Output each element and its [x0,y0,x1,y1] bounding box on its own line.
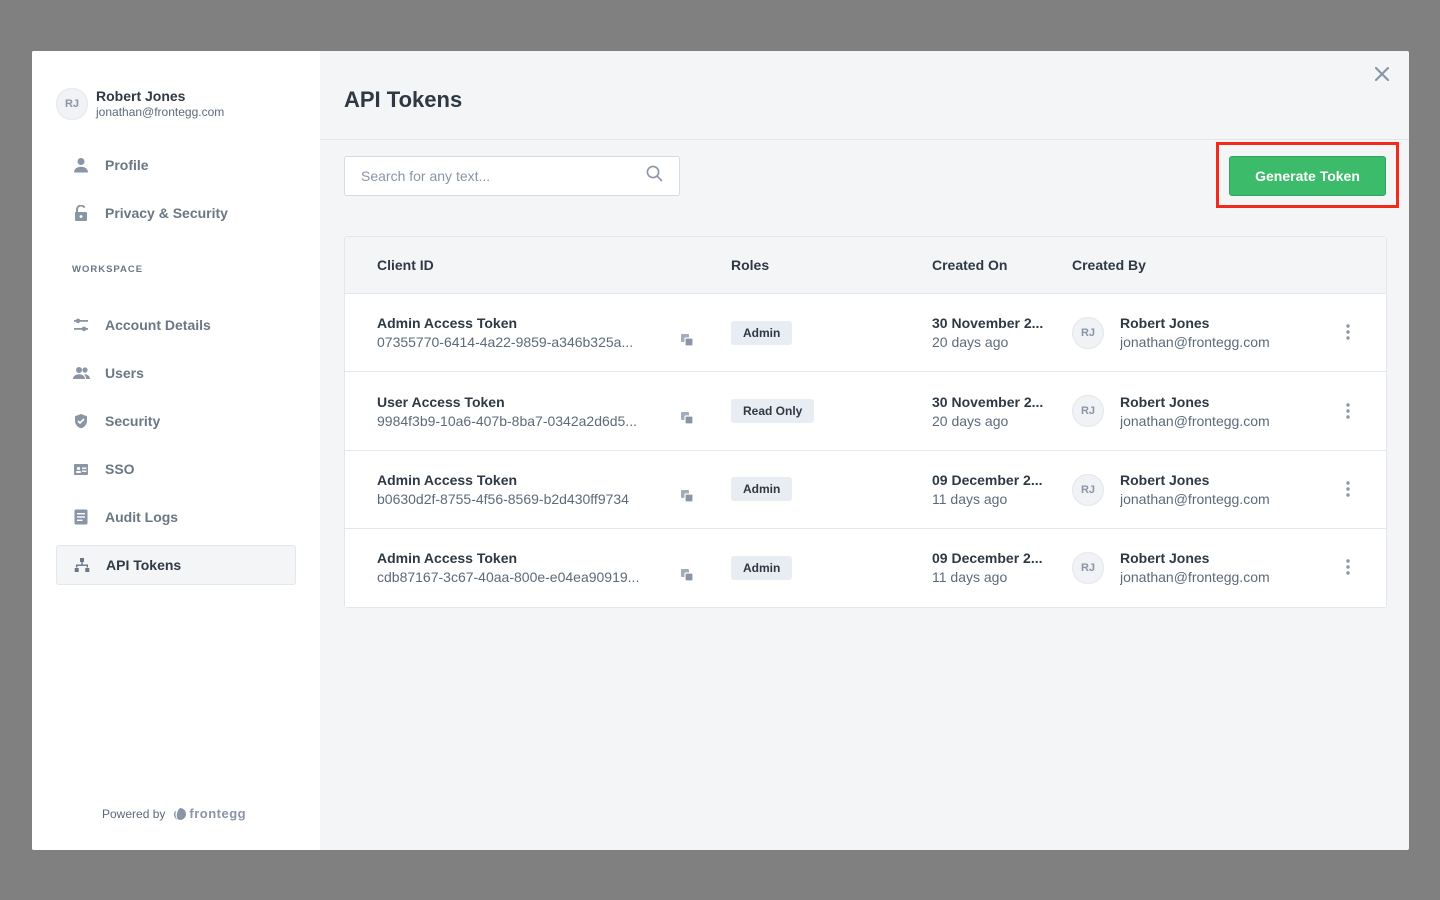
user-name: Robert Jones [96,88,186,104]
table-row[interactable]: Admin Access Token b0630d2f-8755-4f56-85… [345,451,1386,529]
creator-email: jonathan@frontegg.com [1120,413,1270,429]
role-badge: Admin [731,556,793,580]
creator-name: Robert Jones [1120,315,1210,331]
copy-icon[interactable] [680,568,694,582]
shield-icon [72,412,90,430]
column-header-client-id[interactable]: Client ID [377,257,434,273]
token-name: User Access Token [377,394,505,410]
header-divider [320,139,1409,140]
sidebar-item-profile[interactable]: Profile [56,145,296,185]
token-name: Admin Access Token [377,315,518,331]
copy-icon[interactable] [680,333,694,347]
creator-name: Robert Jones [1120,550,1210,566]
avatar: RJ [1072,474,1104,506]
creator-email: jonathan@frontegg.com [1120,569,1270,585]
sidebar-item-label: Profile [105,157,149,173]
column-header-roles[interactable]: Roles [731,257,769,273]
created-on-date: 09 December 2... [932,472,1043,488]
sidebar-item-label: API Tokens [106,557,182,573]
sidebar-item-account-details[interactable]: Account Details [56,305,296,345]
lock-icon [72,204,90,222]
client-id: b0630d2f-8755-4f56-8569-b2d430ff9734 [377,491,629,507]
table-row[interactable]: User Access Token 9984f3b9-10a6-407b-8ba… [345,373,1386,451]
tokens-table: Client ID Roles Created On Created By Ad… [344,236,1387,608]
table-row[interactable]: Admin Access Token 07355770-6414-4a22-98… [345,294,1386,372]
creator-email: jonathan@frontegg.com [1120,491,1270,507]
user-email: jonathan@frontegg.com [96,105,225,119]
token-name: Admin Access Token [377,550,518,566]
more-options-icon[interactable] [1340,401,1356,421]
column-header-created-by[interactable]: Created By [1072,257,1146,273]
search-icon[interactable] [646,165,663,187]
sidebar-item-label: Privacy & Security [105,205,228,221]
copy-icon[interactable] [680,411,694,425]
created-ago: 20 days ago [932,413,1009,429]
created-ago: 20 days ago [932,334,1009,350]
close-icon [1374,66,1390,86]
users-icon [72,364,90,382]
more-options-icon[interactable] [1340,557,1356,577]
token-name: Admin Access Token [377,472,518,488]
close-button[interactable] [1372,65,1392,87]
brand-name: frontegg [189,806,247,821]
creator-email: jonathan@frontegg.com [1120,334,1270,350]
column-header-created-on[interactable]: Created On [932,257,1007,273]
sidebar-item-users[interactable]: Users [56,353,296,393]
powered-by-label: Powered by [102,806,166,821]
sidebar-item-privacy-security[interactable]: Privacy & Security [56,193,296,233]
role-badge: Admin [731,321,793,345]
sliders-icon [72,316,90,334]
avatar: RJ [1072,395,1104,427]
client-id: 07355770-6414-4a22-9859-a346b325a... [377,334,634,350]
sidebar-item-audit-logs[interactable]: Audit Logs [56,497,296,537]
generate-token-button[interactable]: Generate Token [1229,156,1386,196]
hierarchy-icon [73,556,91,574]
user-block: RJ Robert Jones jonathan@frontegg.com [56,88,224,120]
created-on-date: 30 November 2... [932,394,1044,410]
workspace-section-label: WORKSPACE [72,264,144,275]
role-badge: Admin [731,477,793,501]
sidebar-item-label: Security [105,413,161,429]
creator-name: Robert Jones [1120,472,1210,488]
sidebar-item-sso[interactable]: SSO [56,449,296,489]
table-row[interactable]: Admin Access Token cdb87167-3c67-40aa-80… [345,529,1386,607]
search-box [344,156,680,196]
sidebar: RJ Robert Jones jonathan@frontegg.com Pr… [32,51,320,850]
more-options-icon[interactable] [1340,322,1356,342]
search-input[interactable] [361,168,646,184]
avatar: RJ [56,88,88,120]
copy-icon[interactable] [680,489,694,503]
avatar: RJ [1072,552,1104,584]
created-ago: 11 days ago [932,491,1008,507]
sidebar-item-label: Account Details [105,317,211,333]
created-on-date: 30 November 2... [932,315,1044,331]
more-options-icon[interactable] [1340,479,1356,499]
settings-modal: RJ Robert Jones jonathan@frontegg.com Pr… [32,51,1409,850]
sidebar-item-label: SSO [105,461,135,477]
sidebar-item-api-tokens[interactable]: API Tokens [56,545,296,585]
table-header: Client ID Roles Created On Created By [345,237,1386,294]
creator-name: Robert Jones [1120,394,1210,410]
document-icon [72,508,90,526]
sidebar-item-security[interactable]: Security [56,401,296,441]
created-on-date: 09 December 2... [932,550,1043,566]
person-icon [72,156,90,174]
created-ago: 11 days ago [932,569,1008,585]
sidebar-item-label: Audit Logs [105,509,179,525]
avatar: RJ [1072,317,1104,349]
client-id: 9984f3b9-10a6-407b-8ba7-0342a2d6d5... [377,413,638,429]
role-badge: Read Only [731,399,815,423]
frontegg-logo: frontegg [173,806,246,821]
page-title: API Tokens [344,87,463,112]
sidebar-item-label: Users [105,365,144,381]
client-id: cdb87167-3c67-40aa-800e-e04ea90919... [377,569,640,585]
powered-by: Powered by frontegg [102,806,246,821]
sso-icon [72,460,90,478]
